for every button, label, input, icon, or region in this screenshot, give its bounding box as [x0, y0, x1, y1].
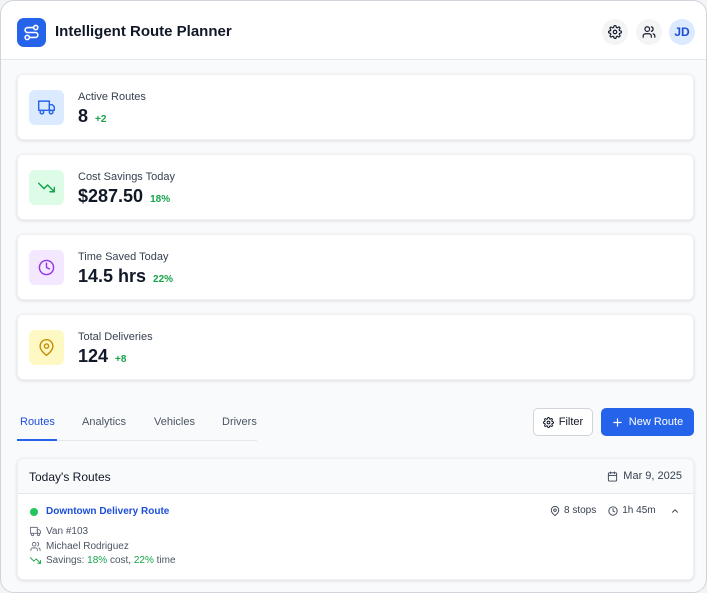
truck-icon: [29, 90, 64, 125]
trending-down-icon: [30, 555, 41, 566]
app-header: Intelligent Route Planner JD: [1, 1, 706, 60]
stat-label: Cost Savings Today: [78, 171, 176, 183]
calendar-icon: [607, 470, 618, 482]
route-stops: 8 stops: [564, 505, 597, 516]
stat-card-time-saved: Time Saved Today 14.5 hrs 22%: [17, 234, 694, 300]
savings-cost-pct: 18%: [87, 555, 108, 566]
stat-delta: 18%: [150, 194, 171, 205]
panel-title: Today's Routes: [29, 470, 111, 484]
route-name-link[interactable]: Downtown Delivery Route: [46, 506, 169, 517]
savings-cost-word: cost,: [109, 555, 132, 566]
stat-label: Total Deliveries: [78, 331, 153, 343]
stat-card-cost-savings: Cost Savings Today $287.50 18%: [17, 154, 694, 220]
tab-vehicles[interactable]: Vehicles: [154, 416, 195, 428]
driver-text: Michael Rodriguez: [46, 541, 129, 552]
savings-prefix: Savings:: [46, 555, 85, 566]
truck-icon: [30, 526, 41, 537]
new-route-button[interactable]: New Route: [601, 408, 694, 436]
users-button[interactable]: [636, 19, 662, 45]
users-icon: [642, 25, 656, 39]
date-display: Mar 9, 2025: [607, 470, 682, 482]
stat-card-active-routes: Active Routes 8 +2: [17, 74, 694, 140]
stat-label: Active Routes: [78, 91, 146, 103]
panel-header: Today's Routes Mar 9, 2025: [18, 459, 693, 494]
stat-value: $287.50: [78, 186, 144, 206]
chevron-up-icon[interactable]: [670, 506, 680, 516]
route-driver: Michael Rodriguez: [30, 541, 129, 552]
stat-value: 14.5 hrs: [78, 266, 147, 286]
users-icon: [30, 541, 41, 552]
plus-icon: [612, 417, 623, 428]
vehicle-text: Van #103: [46, 526, 89, 537]
route-meta: 8 stops 1h 45m: [550, 505, 680, 516]
savings-time-pct: 22%: [133, 555, 154, 566]
app-window: Intelligent Route Planner JD Active Rout…: [0, 0, 707, 593]
user-avatar[interactable]: JD: [669, 19, 695, 45]
active-tab-indicator: [17, 439, 57, 441]
settings-icon: [608, 25, 622, 39]
route-status-dot: [30, 508, 38, 516]
trending-down-icon: [29, 170, 64, 205]
filter-label: Filter: [558, 416, 584, 428]
stat-delta: 22%: [153, 274, 174, 285]
map-pin-icon: [550, 505, 560, 516]
tab-bar: Routes Analytics Vehicles Drivers: [17, 409, 257, 441]
stat-value: 124: [78, 346, 109, 366]
stat-delta: +8: [115, 354, 127, 365]
todays-routes-panel: Today's Routes Mar 9, 2025 Downtown Deli…: [17, 458, 694, 580]
filter-button[interactable]: Filter: [533, 408, 593, 436]
settings-icon: [542, 416, 554, 428]
date-text: Mar 9, 2025: [623, 470, 682, 482]
savings-time-word: time: [156, 555, 176, 566]
new-route-label: New Route: [628, 416, 684, 428]
tab-analytics[interactable]: Analytics: [82, 416, 126, 428]
stat-delta: +2: [95, 114, 107, 125]
map-pin-icon: [29, 330, 64, 365]
tab-routes[interactable]: Routes: [20, 416, 55, 428]
route-vehicle: Van #103: [30, 526, 88, 537]
clock-icon: [29, 250, 64, 285]
stat-value: 8: [78, 106, 89, 126]
clock-icon: [608, 505, 618, 516]
tab-drivers[interactable]: Drivers: [222, 416, 257, 428]
stat-card-total-deliveries: Total Deliveries 124 +8: [17, 314, 694, 380]
settings-button[interactable]: [602, 19, 628, 45]
route-savings: Savings: 18% cost, 22% time: [30, 555, 176, 566]
route-logo-icon: [17, 18, 46, 47]
stat-label: Time Saved Today: [78, 251, 169, 263]
app-title: Intelligent Route Planner: [55, 23, 232, 40]
route-duration: 1h 45m: [622, 505, 656, 516]
